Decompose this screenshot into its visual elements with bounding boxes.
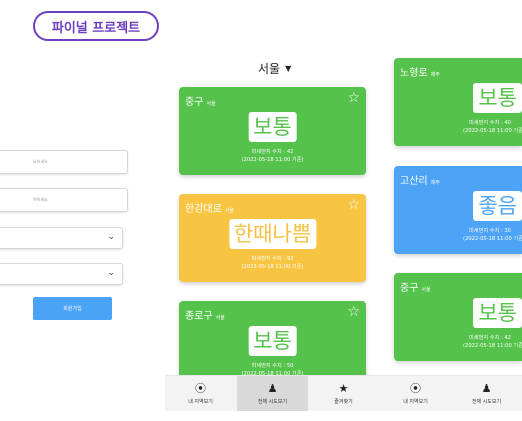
region-select[interactable]: 서울 ▼	[258, 60, 291, 77]
station-card[interactable]: 종로구 서울 ☆ 보통 미세먼지 수치 : 50 (2022-05-18 11:0…	[179, 301, 366, 381]
caret-down-icon: ▼	[285, 64, 292, 73]
nav-label: 즐겨찾기	[334, 398, 353, 405]
signup-button[interactable]: 회원가입	[33, 297, 112, 320]
people-icon: ♟	[481, 381, 492, 395]
location-pin-icon: ⦿	[195, 381, 206, 395]
nav-all-cities[interactable]: ♟ 전체 시도보기	[451, 376, 522, 411]
measure-time: (2022-05-18 11:00 기준)	[241, 157, 304, 163]
pm-value: 미세먼지 수치 : 50	[251, 363, 294, 369]
station-card[interactable]: 한강대로 서울 ☆ 한때나쁨 미세먼지 수치 : 93 (2022-05-18 1…	[179, 194, 366, 282]
pm-value: 미세먼지 수치 : 42	[251, 149, 294, 155]
nav-my-region[interactable]: ⦿ 내 지역보기	[380, 376, 451, 411]
measure-time: (2022-05-18 11:00 기준)	[463, 128, 522, 134]
nav-my-region[interactable]: ⦿ 내 지역보기	[165, 376, 236, 411]
measure-time: (2022-05-18 11:00 기준)	[241, 264, 304, 270]
star-icon: ★	[338, 381, 349, 395]
nav-label: 전체 시도보기	[471, 398, 502, 405]
people-icon: ♟	[267, 381, 278, 395]
station-name: 중구 서울	[400, 283, 431, 294]
air-grade: 보통	[473, 83, 522, 113]
station-card[interactable]: 고산리 제주 좋음 미세먼지 수치 : 30 (2022-05-18 11:00 …	[394, 166, 522, 254]
station-card[interactable]: 중구 서울 ☆ 보통 미세먼지 수치 : 42 (2022-05-18 11:00…	[179, 87, 366, 175]
nav-favorites[interactable]: ★ 즐겨찾기	[308, 376, 379, 411]
station-name: 고산리 제주	[400, 176, 440, 187]
star-outline-icon[interactable]: ☆	[347, 197, 360, 213]
air-grade: 한때나쁨	[228, 219, 317, 249]
form-input-2[interactable]: 력하세요	[0, 188, 128, 212]
star-outline-icon[interactable]: ☆	[347, 90, 360, 106]
location-pin-icon: ⦿	[410, 381, 421, 395]
form-select-1[interactable]: ⌄	[0, 227, 123, 249]
measure-time: (2022-05-18 11:00 기준)	[463, 343, 522, 349]
bottom-nav: ⦿ 내 지역보기 ♟ 전체 시도보기 ★ 즐겨찾기 ⦿ 내 지역보기 ♟ 전체 …	[165, 375, 522, 411]
pm-value: 미세먼지 수치 : 93	[251, 256, 294, 262]
nav-label: 전체 시도보기	[257, 398, 288, 405]
pm-value: 미세먼지 수치 : 42	[469, 335, 511, 341]
air-grade: 보통	[248, 326, 297, 356]
app-title-badge: 파이널 프로젝트	[33, 11, 159, 41]
station-name: 중구 서울	[185, 97, 216, 108]
nav-label: 내 지역보기	[188, 398, 213, 405]
chevron-down-icon: ⌄	[107, 268, 115, 278]
pm-value: 미세먼지 수치 : 40	[469, 120, 511, 126]
chevron-down-icon: ⌄	[107, 232, 115, 242]
air-grade: 보통	[473, 298, 522, 328]
station-name: 한강대로 서울	[185, 204, 235, 215]
nav-all-cities[interactable]: ♟ 전체 시도보기	[237, 376, 308, 411]
air-grade: 보통	[248, 112, 297, 142]
star-outline-icon[interactable]: ☆	[347, 304, 360, 320]
pm-value: 미세먼지 수치 : 30	[469, 228, 511, 234]
form-select-2[interactable]: ⌄	[0, 263, 123, 285]
station-name: 종로구 서울	[185, 311, 225, 322]
station-name: 노형로 제주	[400, 68, 440, 79]
region-select-label: 서울	[258, 62, 281, 76]
nav-label: 내 지역보기	[403, 398, 428, 405]
station-card[interactable]: 노형로 제주 보통 미세먼지 수치 : 40 (2022-05-18 11:00 …	[394, 58, 522, 146]
air-grade: 좋음	[473, 191, 522, 221]
station-card[interactable]: 중구 서울 보통 미세먼지 수치 : 42 (2022-05-18 11:00 기…	[394, 273, 522, 361]
measure-time: (2022-05-18 11:00 기준)	[463, 236, 522, 242]
form-input-1[interactable]: 요하세요	[0, 150, 128, 174]
